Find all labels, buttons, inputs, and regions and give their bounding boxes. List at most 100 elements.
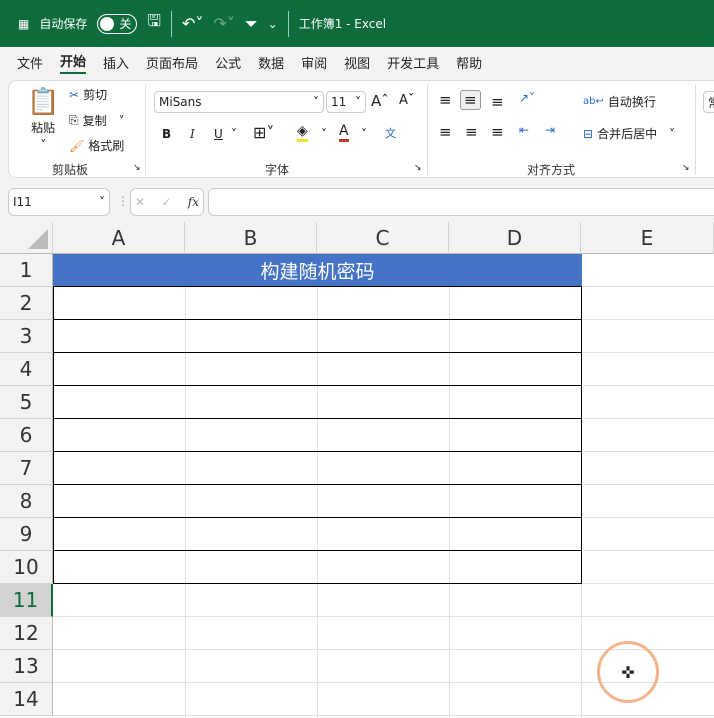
font-color-dropdown-icon[interactable]: ˅ (361, 127, 367, 141)
increase-font-icon[interactable]: Aˆ (371, 92, 389, 110)
align-top-icon[interactable]: ≡ (439, 91, 452, 109)
font-group-label: 字体 (265, 163, 290, 177)
paste-button[interactable]: 📋 粘贴 ˅ (27, 87, 59, 152)
align-right-icon[interactable]: ≡ (491, 123, 504, 141)
paste-icon: 📋 (27, 87, 60, 117)
font-color-icon[interactable]: A (339, 123, 349, 142)
row-header-8[interactable]: 8 (0, 485, 53, 518)
tab-data[interactable]: 数据 (258, 53, 284, 72)
tab-home[interactable]: 开始 (60, 51, 87, 74)
column-header-d[interactable]: D (449, 222, 581, 254)
borders-icon[interactable]: ⊞˅ (253, 123, 274, 142)
cancel-icon[interactable]: ✕ (135, 195, 145, 209)
table-row[interactable] (53, 287, 582, 320)
underline-button[interactable]: U (214, 127, 223, 141)
brush-icon: 🖌 (69, 138, 85, 153)
tab-developer[interactable]: 开发工具 (387, 53, 439, 72)
clipboard-group-label: 剪贴板 (52, 163, 89, 177)
table-row[interactable] (53, 452, 582, 485)
align-middle-icon[interactable]: ≡ (460, 90, 481, 110)
wrap-text-button[interactable]: ab↩ 自动换行 (583, 93, 656, 110)
fill-color-dropdown-icon[interactable]: ˅ (321, 127, 327, 141)
name-box[interactable]: I11 ˅ (8, 188, 110, 216)
font-launcher-icon[interactable]: ↘ (414, 163, 422, 173)
column-header-b[interactable]: B (185, 222, 317, 254)
row-header-6[interactable]: 6 (0, 419, 53, 452)
format-painter-button[interactable]: 🖌 格式刷 (69, 137, 124, 154)
table-row[interactable] (53, 353, 582, 386)
table-row[interactable] (53, 419, 582, 452)
row-header-1[interactable]: 1 (0, 254, 53, 287)
underline-dropdown-icon[interactable]: ˅ (231, 127, 237, 141)
tab-file[interactable]: 文件 (17, 53, 43, 72)
column-header-e[interactable]: E (581, 222, 714, 254)
tab-insert[interactable]: 插入 (103, 53, 129, 72)
undo-icon[interactable]: ↶˅ (182, 14, 203, 33)
decrease-indent-icon[interactable]: ⇤ (519, 123, 529, 137)
row-header-14[interactable]: 14 (0, 683, 53, 716)
tab-formulas[interactable]: 公式 (215, 53, 241, 72)
paste-label: 粘贴 (31, 121, 56, 135)
font-size-select[interactable]: 11 ˅ (326, 91, 366, 113)
align-bottom-icon[interactable]: ≡ (491, 93, 504, 111)
row-header-12[interactable]: 12 (0, 617, 53, 650)
select-all-button[interactable] (0, 222, 53, 254)
row-header-9[interactable]: 9 (0, 518, 53, 551)
row-header-7[interactable]: 7 (0, 452, 53, 485)
wrap-text-label: 自动换行 (607, 95, 656, 109)
orientation-icon[interactable]: ↗˅ (519, 91, 535, 105)
merge-center-button[interactable]: ⊟ 合并后居中 ˅ (583, 125, 675, 142)
table-row[interactable] (53, 320, 582, 353)
insert-function-button[interactable]: fx (188, 195, 199, 209)
row-header-2[interactable]: 2 (0, 287, 53, 320)
cell-a1-merged-header[interactable]: 构建随机密码 (53, 254, 582, 287)
table-row[interactable] (53, 485, 582, 518)
alignment-launcher-icon[interactable]: ↘ (682, 163, 690, 173)
table-row[interactable] (53, 386, 582, 419)
name-box-value: I11 (13, 195, 32, 209)
enter-icon[interactable]: ✓ (161, 195, 171, 209)
fill-color-icon[interactable]: ◈ (297, 123, 308, 142)
formula-bar-grip[interactable]: ⋮ (117, 194, 129, 208)
cut-label: 剪切 (83, 88, 108, 102)
customize-qat-icon[interactable]: ⌄ (268, 17, 278, 31)
row-header-13[interactable]: 13 (0, 650, 53, 683)
table-row[interactable] (53, 518, 582, 551)
worksheet-grid[interactable]: A B C D E 1 2 3 4 5 6 7 8 9 10 11 12 13 14 构建随机密码 (0, 222, 714, 718)
row-header-5[interactable]: 5 (0, 386, 53, 419)
cut-button[interactable]: ✂ 剪切 (69, 86, 107, 103)
number-format-value: 常 (708, 94, 714, 111)
copy-icon: ⎘ (69, 113, 79, 127)
decrease-font-icon[interactable]: Aˇ (399, 93, 414, 108)
phonetic-icon[interactable]: 文 (385, 125, 396, 141)
column-header-a[interactable]: A (53, 222, 185, 254)
italic-button[interactable]: I (190, 127, 195, 141)
align-center-icon[interactable]: ≡ (465, 123, 478, 141)
redo-icon[interactable]: ↷˅ (213, 14, 234, 33)
ribbon: 📋 粘贴 ˅ ✂ 剪切 ⎘ 复制 ˅ 🖌 格式刷 剪贴板 ↘ MiSans ˅ 11 ˅ Aˆ … (8, 80, 714, 178)
table-row[interactable] (53, 551, 582, 584)
increase-indent-icon[interactable]: ⇥ (545, 123, 555, 137)
tab-review[interactable]: 审阅 (301, 53, 327, 72)
copy-label: 复制 (82, 114, 107, 128)
tab-view[interactable]: 视图 (344, 53, 370, 72)
tab-help[interactable]: 帮助 (456, 53, 482, 72)
autosave-toggle[interactable]: 关 (97, 13, 138, 34)
save-icon[interactable]: 🖫 (147, 10, 161, 37)
row-header-10[interactable]: 10 (0, 551, 53, 584)
row-header-11[interactable]: 11 (0, 584, 53, 617)
column-header-c[interactable]: C (317, 222, 449, 254)
filter-icon[interactable]: ⏷ (245, 14, 258, 34)
wrap-text-icon: ab↩ (583, 96, 604, 107)
formula-input[interactable] (208, 188, 714, 216)
number-format-select[interactable]: 常 (703, 91, 714, 113)
row-header-3[interactable]: 3 (0, 320, 53, 353)
copy-button[interactable]: ⎘ 复制 ˅ (69, 112, 125, 129)
row-header-4[interactable]: 4 (0, 353, 53, 386)
clipboard-launcher-icon[interactable]: ↘ (133, 163, 141, 173)
excel-logo-icon: ▦ (18, 16, 30, 31)
bold-button[interactable]: B (162, 127, 171, 141)
tab-page-layout[interactable]: 页面布局 (146, 53, 198, 72)
align-left-icon[interactable]: ≡ (439, 123, 452, 141)
font-name-select[interactable]: MiSans ˅ (154, 91, 324, 113)
